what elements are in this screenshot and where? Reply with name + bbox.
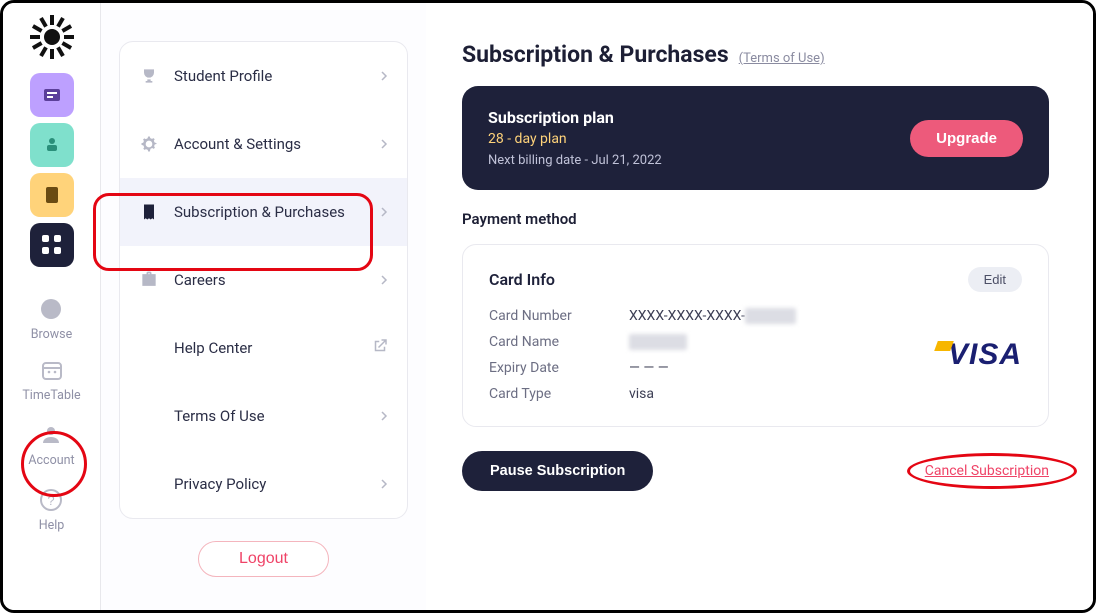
card-number-value: XXXX-XXXX-XXXX-XXXX <box>629 308 796 324</box>
pause-subscription-button[interactable]: Pause Subscription <box>462 451 653 491</box>
briefcase-icon <box>138 269 160 291</box>
settings-item-label: Careers <box>174 271 226 289</box>
logout-button[interactable]: Logout <box>198 541 329 577</box>
settings-item-privacy-policy[interactable]: Privacy Policy <box>120 450 407 518</box>
card-info-grid: Card Number XXXX-XXXX-XXXX-XXXX Card Nam… <box>489 308 796 402</box>
sidebar: Browse TimeTable Account ? Help <box>3 3 101 610</box>
plan-next-billing: Next billing date - Jul 21, 2022 <box>488 153 662 168</box>
nav-account[interactable]: Account <box>28 423 74 468</box>
help-icon: ? <box>39 488 63 516</box>
app-logo[interactable] <box>30 15 74 59</box>
terms-of-use-link[interactable]: (Terms of Use) <box>739 51 825 66</box>
subscription-plan-card: Subscription plan 28 - day plan Next bil… <box>462 86 1049 190</box>
plan-tier: 28 - day plan <box>488 131 662 147</box>
spacer-icon <box>138 337 160 359</box>
nav-timetable-label: TimeTable <box>22 388 80 403</box>
main-content: Subscription & Purchases (Terms of Use) … <box>426 3 1093 610</box>
chevron-right-icon <box>379 407 389 425</box>
nav-browse-label: Browse <box>31 327 73 342</box>
gear-icon <box>138 133 160 155</box>
settings-item-help-center[interactable]: Help Center <box>120 314 407 382</box>
compass-icon <box>39 297 63 325</box>
settings-item-label: Help Center <box>174 339 252 357</box>
nav-help-label: Help <box>39 518 65 533</box>
sidebar-tile-3[interactable] <box>30 173 74 217</box>
chevron-right-icon <box>379 67 389 85</box>
user-icon <box>39 423 63 451</box>
spacer-icon <box>138 405 160 427</box>
sidebar-tile-1[interactable] <box>30 73 74 117</box>
page-title-text: Subscription & Purchases <box>462 41 729 68</box>
card-type-label: Card Type <box>489 386 599 402</box>
visa-logo: VISA <box>948 338 1022 372</box>
chevron-right-icon <box>379 271 389 289</box>
settings-item-student-profile[interactable]: Student Profile <box>120 42 407 110</box>
upgrade-button[interactable]: Upgrade <box>910 120 1023 157</box>
spacer-icon <box>138 473 160 495</box>
settings-item-terms-of-use[interactable]: Terms Of Use <box>120 382 407 450</box>
settings-item-subscription-purchases[interactable]: Subscription & Purchases <box>120 178 407 246</box>
settings-item-label: Terms Of Use <box>174 407 265 425</box>
card-name-value: hidden <box>629 334 796 350</box>
svg-text:?: ? <box>48 493 55 508</box>
plan-heading: Subscription plan <box>488 108 662 127</box>
page-title: Subscription & Purchases (Terms of Use) <box>462 41 1049 68</box>
settings-item-label: Privacy Policy <box>174 475 266 493</box>
card-number-label: Card Number <box>489 308 599 324</box>
chevron-right-icon <box>379 475 389 493</box>
settings-item-label: Student Profile <box>174 67 272 85</box>
card-expiry-value: — — — <box>629 360 796 376</box>
chevron-right-icon <box>379 135 389 153</box>
nav-browse[interactable]: Browse <box>31 297 73 342</box>
calendar-icon <box>40 358 64 386</box>
payment-method-heading: Payment method <box>462 210 1049 228</box>
settings-item-careers[interactable]: Careers <box>120 246 407 314</box>
settings-item-label: Subscription & Purchases <box>174 203 345 221</box>
receipt-icon <box>138 201 160 223</box>
settings-panel: Student Profile Account & Settings Subsc… <box>101 3 426 610</box>
nav-account-label: Account <box>28 453 74 468</box>
nav-timetable[interactable]: TimeTable <box>22 358 80 403</box>
settings-item-label: Account & Settings <box>174 135 301 153</box>
nav-help[interactable]: ? Help <box>39 488 65 533</box>
card-info-title: Card Info <box>489 270 555 289</box>
trophy-icon <box>138 65 160 87</box>
card-info-card: Card Info Edit Card Number XXXX-XXXX-XXX… <box>462 244 1049 427</box>
card-expiry-label: Expiry Date <box>489 360 599 376</box>
edit-card-button[interactable]: Edit <box>968 267 1022 292</box>
card-name-label: Card Name <box>489 334 599 350</box>
chevron-right-icon <box>379 203 389 221</box>
settings-item-account-settings[interactable]: Account & Settings <box>120 110 407 178</box>
card-type-value: visa <box>629 386 796 402</box>
cancel-subscription-link[interactable]: Cancel Subscription <box>925 463 1049 479</box>
settings-list: Student Profile Account & Settings Subsc… <box>119 41 408 519</box>
sidebar-tile-apps[interactable] <box>30 223 74 267</box>
sidebar-tile-2[interactable] <box>30 123 74 167</box>
external-link-icon <box>371 337 389 359</box>
